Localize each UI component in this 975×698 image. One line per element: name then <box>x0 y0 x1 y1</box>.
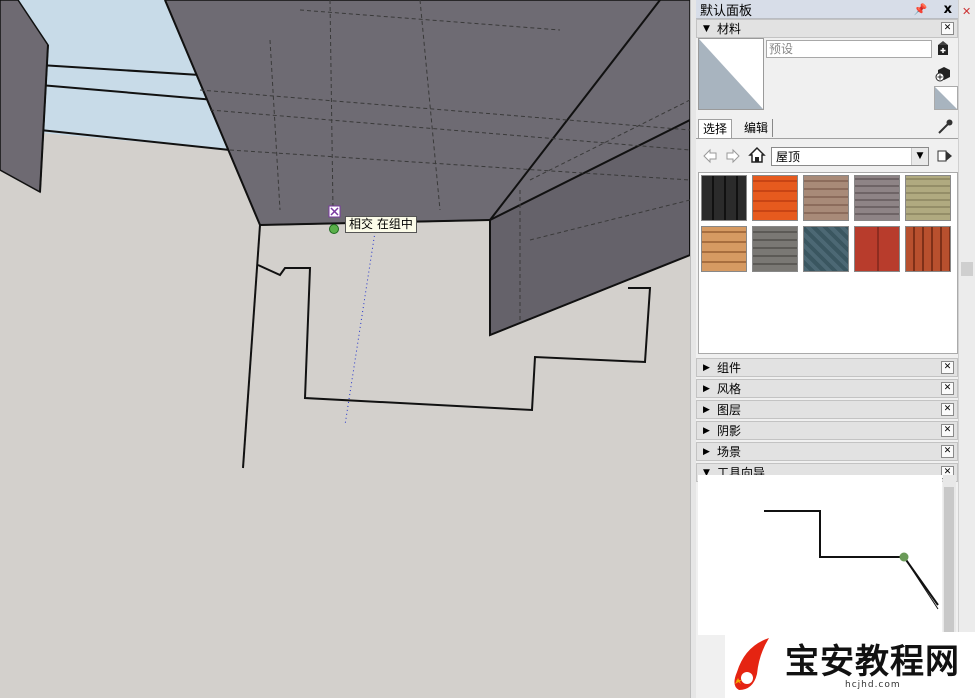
tray-styles-header[interactable]: ▶ 风格 ✕ <box>696 379 958 398</box>
panel-titlebar: 默认面板 📌 x <box>696 0 958 19</box>
tab-edit[interactable]: 编辑 <box>740 119 774 137</box>
drawing-viewport[interactable]: 相交 在组中 <box>0 0 690 698</box>
materials-grid <box>698 172 958 354</box>
expanded-triangle-icon: ▼ <box>703 23 710 34</box>
scroll-thumb[interactable] <box>944 487 954 635</box>
watermark-url: hcjhd.com <box>845 680 901 690</box>
tray-label: 图层 <box>717 403 742 417</box>
pin-icon[interactable]: 📌 <box>914 3 928 16</box>
panel-title: 默认面板 <box>700 3 753 19</box>
default-tray-panel: 默认面板 📌 x ▼ 材料 ✕ 预设 选择 编辑 屋顶 ▼ ▶ 组件 ✕ ▶ 风… <box>696 0 958 698</box>
roof-texture-tile[interactable] <box>803 175 849 221</box>
instructor-illustration <box>698 475 942 635</box>
materials-tabs: 选择 编辑 <box>696 118 958 139</box>
forward-arrow-icon[interactable] <box>725 148 741 164</box>
tab-select[interactable]: 选择 <box>698 119 733 138</box>
roof-texture-tile[interactable] <box>701 175 747 221</box>
roof-texture-tile[interactable] <box>905 175 951 221</box>
collapsed-triangle-icon: ▶ <box>703 446 710 457</box>
roof-texture-tile[interactable] <box>701 226 747 272</box>
default-material-icon[interactable] <box>934 64 952 82</box>
roof-texture-tile[interactable] <box>905 226 951 272</box>
chevron-down-icon: ▼ <box>911 148 928 165</box>
roof-texture-tile[interactable] <box>854 175 900 221</box>
tray-materials-header[interactable]: ▼ 材料 ✕ <box>696 19 958 38</box>
tray-close-icon[interactable]: ✕ <box>941 22 954 35</box>
tray-materials-label: 材料 <box>717 22 742 36</box>
roof-texture-tile[interactable] <box>803 226 849 272</box>
logo-mark-icon <box>734 638 769 690</box>
current-material-swatch <box>698 38 764 110</box>
tray-label: 场景 <box>717 445 742 459</box>
watermark-logo: 宝安教程网 hcjhd.com <box>725 632 975 698</box>
instructor-scrollbar[interactable] <box>943 475 956 635</box>
scroll-thumb[interactable] <box>961 262 973 276</box>
collapsed-trays: ▶ 组件 ✕ ▶ 风格 ✕ ▶ 图层 ✕ ▶ 阴影 ✕ ▶ 场景 ✕ ▼ 工具向导 ✕ <box>696 358 958 484</box>
collapsed-triangle-icon: ▶ <box>703 362 710 373</box>
close-icon[interactable]: ✕ <box>962 5 971 18</box>
tray-close-icon[interactable]: ✕ <box>941 445 954 458</box>
panel-scrollbar[interactable]: ✕ <box>958 0 975 698</box>
details-arrow-icon[interactable] <box>936 147 954 165</box>
create-material-icon[interactable] <box>936 40 950 56</box>
eyedropper-icon[interactable] <box>936 118 954 136</box>
tray-close-icon[interactable]: ✕ <box>941 382 954 395</box>
tray-close-icon[interactable]: ✕ <box>941 361 954 374</box>
collapsed-triangle-icon: ▶ <box>703 404 710 415</box>
tray-components-header[interactable]: ▶ 组件 ✕ <box>696 358 958 377</box>
roof-texture-tile[interactable] <box>752 226 798 272</box>
back-arrow-icon[interactable] <box>702 148 718 164</box>
panel-close-icon[interactable]: x <box>944 2 952 17</box>
collapsed-triangle-icon: ▶ <box>703 383 710 394</box>
materials-nav-row: 屋顶 ▼ <box>696 144 958 168</box>
roof-texture-tile[interactable] <box>752 175 798 221</box>
tray-close-icon[interactable]: ✕ <box>941 424 954 437</box>
tray-layers-header[interactable]: ▶ 图层 ✕ <box>696 400 958 419</box>
collapsed-triangle-icon: ▶ <box>703 425 710 436</box>
watermark-title: 宝安教程网 <box>785 642 960 682</box>
roof-texture-tile[interactable] <box>854 226 900 272</box>
tray-scenes-header[interactable]: ▶ 场景 ✕ <box>696 442 958 461</box>
inference-tooltip: 相交 在组中 <box>345 216 417 233</box>
home-icon[interactable] <box>748 146 766 164</box>
tray-label: 风格 <box>717 382 742 396</box>
secondary-swatch[interactable] <box>934 86 958 110</box>
tray-label: 组件 <box>717 361 742 375</box>
tray-shadows-header[interactable]: ▶ 阴影 ✕ <box>696 421 958 440</box>
collection-select-value: 屋顶 <box>776 150 801 164</box>
tray-label: 阴影 <box>717 424 742 438</box>
tray-close-icon[interactable]: ✕ <box>941 403 954 416</box>
material-name-field[interactable]: 预设 <box>766 40 932 58</box>
collection-select[interactable]: 屋顶 ▼ <box>771 147 929 166</box>
